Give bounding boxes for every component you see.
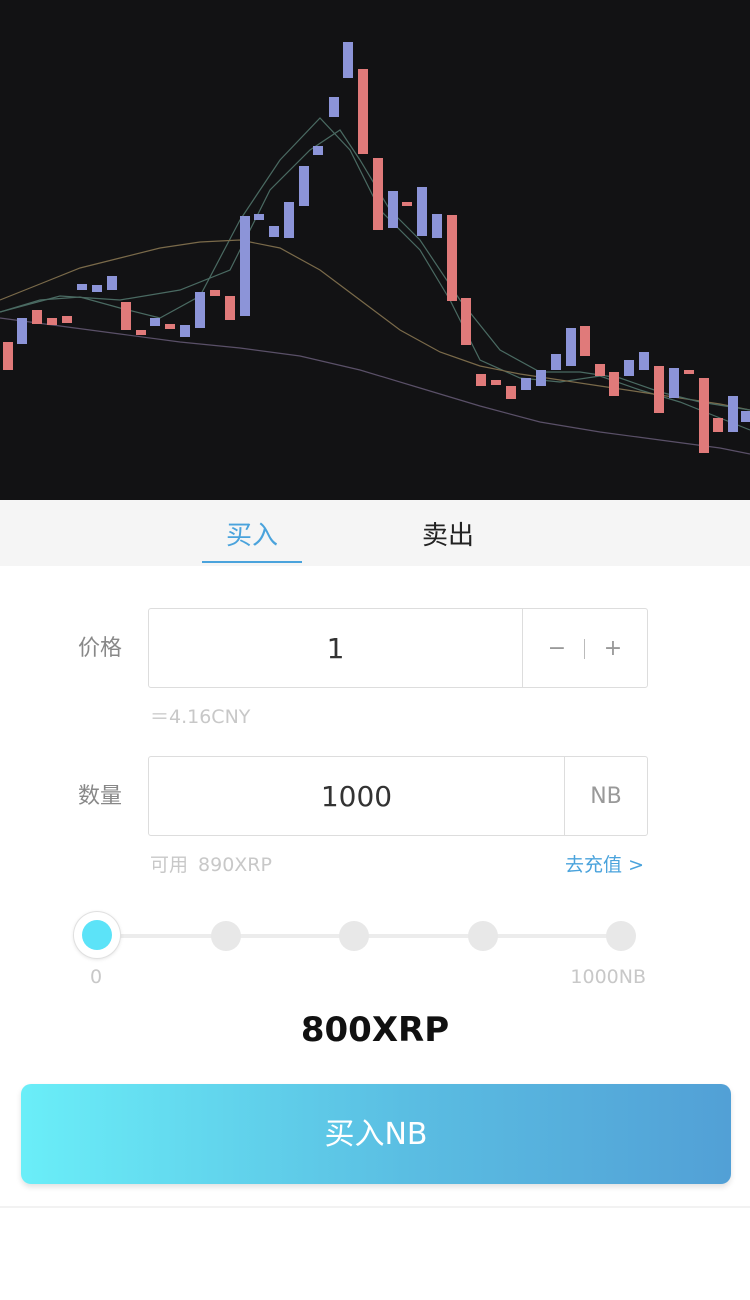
slider-max-label: 1000NB <box>570 966 646 988</box>
slider-step-50[interactable] <box>339 921 369 951</box>
candlestick <box>225 296 235 320</box>
quantity-field: 1000 NB <box>148 756 648 836</box>
candlestick <box>77 284 87 290</box>
candlestick <box>269 226 279 237</box>
candlestick <box>521 378 531 390</box>
candlestick <box>121 302 131 330</box>
candlestick <box>654 366 664 413</box>
candlestick <box>432 214 442 238</box>
price-stepper: − + <box>522 609 647 687</box>
candlestick <box>669 368 679 398</box>
available-amount: 890XRP <box>198 854 272 876</box>
candlestick <box>254 214 264 220</box>
candlestick <box>62 316 72 323</box>
candlestick <box>107 276 117 290</box>
buy-button[interactable]: 买入NB <box>21 1084 731 1184</box>
candlestick <box>313 146 323 155</box>
candlestick <box>595 364 605 376</box>
price-input[interactable]: 1 <box>149 609 522 687</box>
candlestick <box>343 42 353 78</box>
kline-chart-svg <box>0 42 750 455</box>
candlestick <box>3 342 13 370</box>
candlestick <box>684 370 694 374</box>
candlestick <box>373 158 383 230</box>
candlestick <box>476 374 486 386</box>
active-tab-indicator <box>202 561 302 563</box>
available-label: 可用 <box>150 854 189 876</box>
tab-sell[interactable]: 卖出 <box>398 500 498 566</box>
candlestick <box>358 69 368 154</box>
candlestick <box>329 97 339 117</box>
quantity-slider[interactable] <box>74 910 654 962</box>
slider-step-75[interactable] <box>468 921 498 951</box>
kline-chart[interactable] <box>0 0 750 500</box>
candlestick <box>92 285 102 292</box>
decrease-price-button[interactable]: − <box>533 609 581 687</box>
candlestick <box>180 325 190 337</box>
candlestick <box>506 386 516 399</box>
candlestick <box>713 418 723 432</box>
moving-average-line <box>0 317 750 455</box>
candlestick <box>551 354 561 370</box>
candlestick <box>32 310 42 324</box>
quantity-label: 数量 <box>78 784 123 809</box>
candlestick <box>699 378 709 453</box>
candlestick <box>491 380 501 385</box>
candlestick <box>195 292 205 328</box>
price-field: 1 − + <box>148 608 648 688</box>
candlestick <box>624 360 634 376</box>
candlestick <box>536 370 546 386</box>
order-total: 800XRP <box>300 1010 450 1050</box>
recharge-link[interactable]: 去充值 > <box>565 850 644 877</box>
quantity-input[interactable]: 1000 <box>149 757 564 835</box>
available-balance: 可用 890XRP <box>150 850 272 877</box>
candlestick <box>165 324 175 329</box>
stepper-divider <box>584 639 585 659</box>
slider-min-label: 0 <box>90 966 103 988</box>
candlestick <box>580 326 590 356</box>
candlestick <box>240 216 250 316</box>
order-form: 价格 1 − + ＝4.16CNY 数量 1000 NB 可用 890XRP 去充… <box>0 566 750 1208</box>
candlestick <box>47 318 57 325</box>
candlestick <box>417 187 427 236</box>
increase-price-button[interactable]: + <box>589 609 637 687</box>
price-label: 价格 <box>78 636 123 661</box>
quantity-unit: NB <box>564 757 647 835</box>
candlestick <box>284 202 294 238</box>
candlestick <box>741 411 750 422</box>
slider-step-25[interactable] <box>211 921 241 951</box>
candlestick <box>17 318 27 344</box>
candlestick <box>402 202 412 206</box>
candlestick <box>639 352 649 370</box>
candlestick <box>136 330 146 335</box>
candlestick <box>150 318 160 326</box>
tab-buy[interactable]: 买入 <box>202 500 302 566</box>
slider-knob-fill <box>82 920 112 950</box>
slider-step-100[interactable] <box>606 921 636 951</box>
candlestick <box>388 191 398 228</box>
candlestick <box>609 372 619 396</box>
candlestick <box>210 290 220 296</box>
candlestick <box>299 166 309 206</box>
slider-knob[interactable] <box>74 912 120 958</box>
price-cny-hint: ＝4.16CNY <box>150 706 251 728</box>
candlestick <box>566 328 576 366</box>
candlestick <box>447 215 457 301</box>
candlestick <box>461 298 471 345</box>
trade-tabs: 买入 卖出 <box>0 500 750 566</box>
candlestick <box>728 396 738 432</box>
